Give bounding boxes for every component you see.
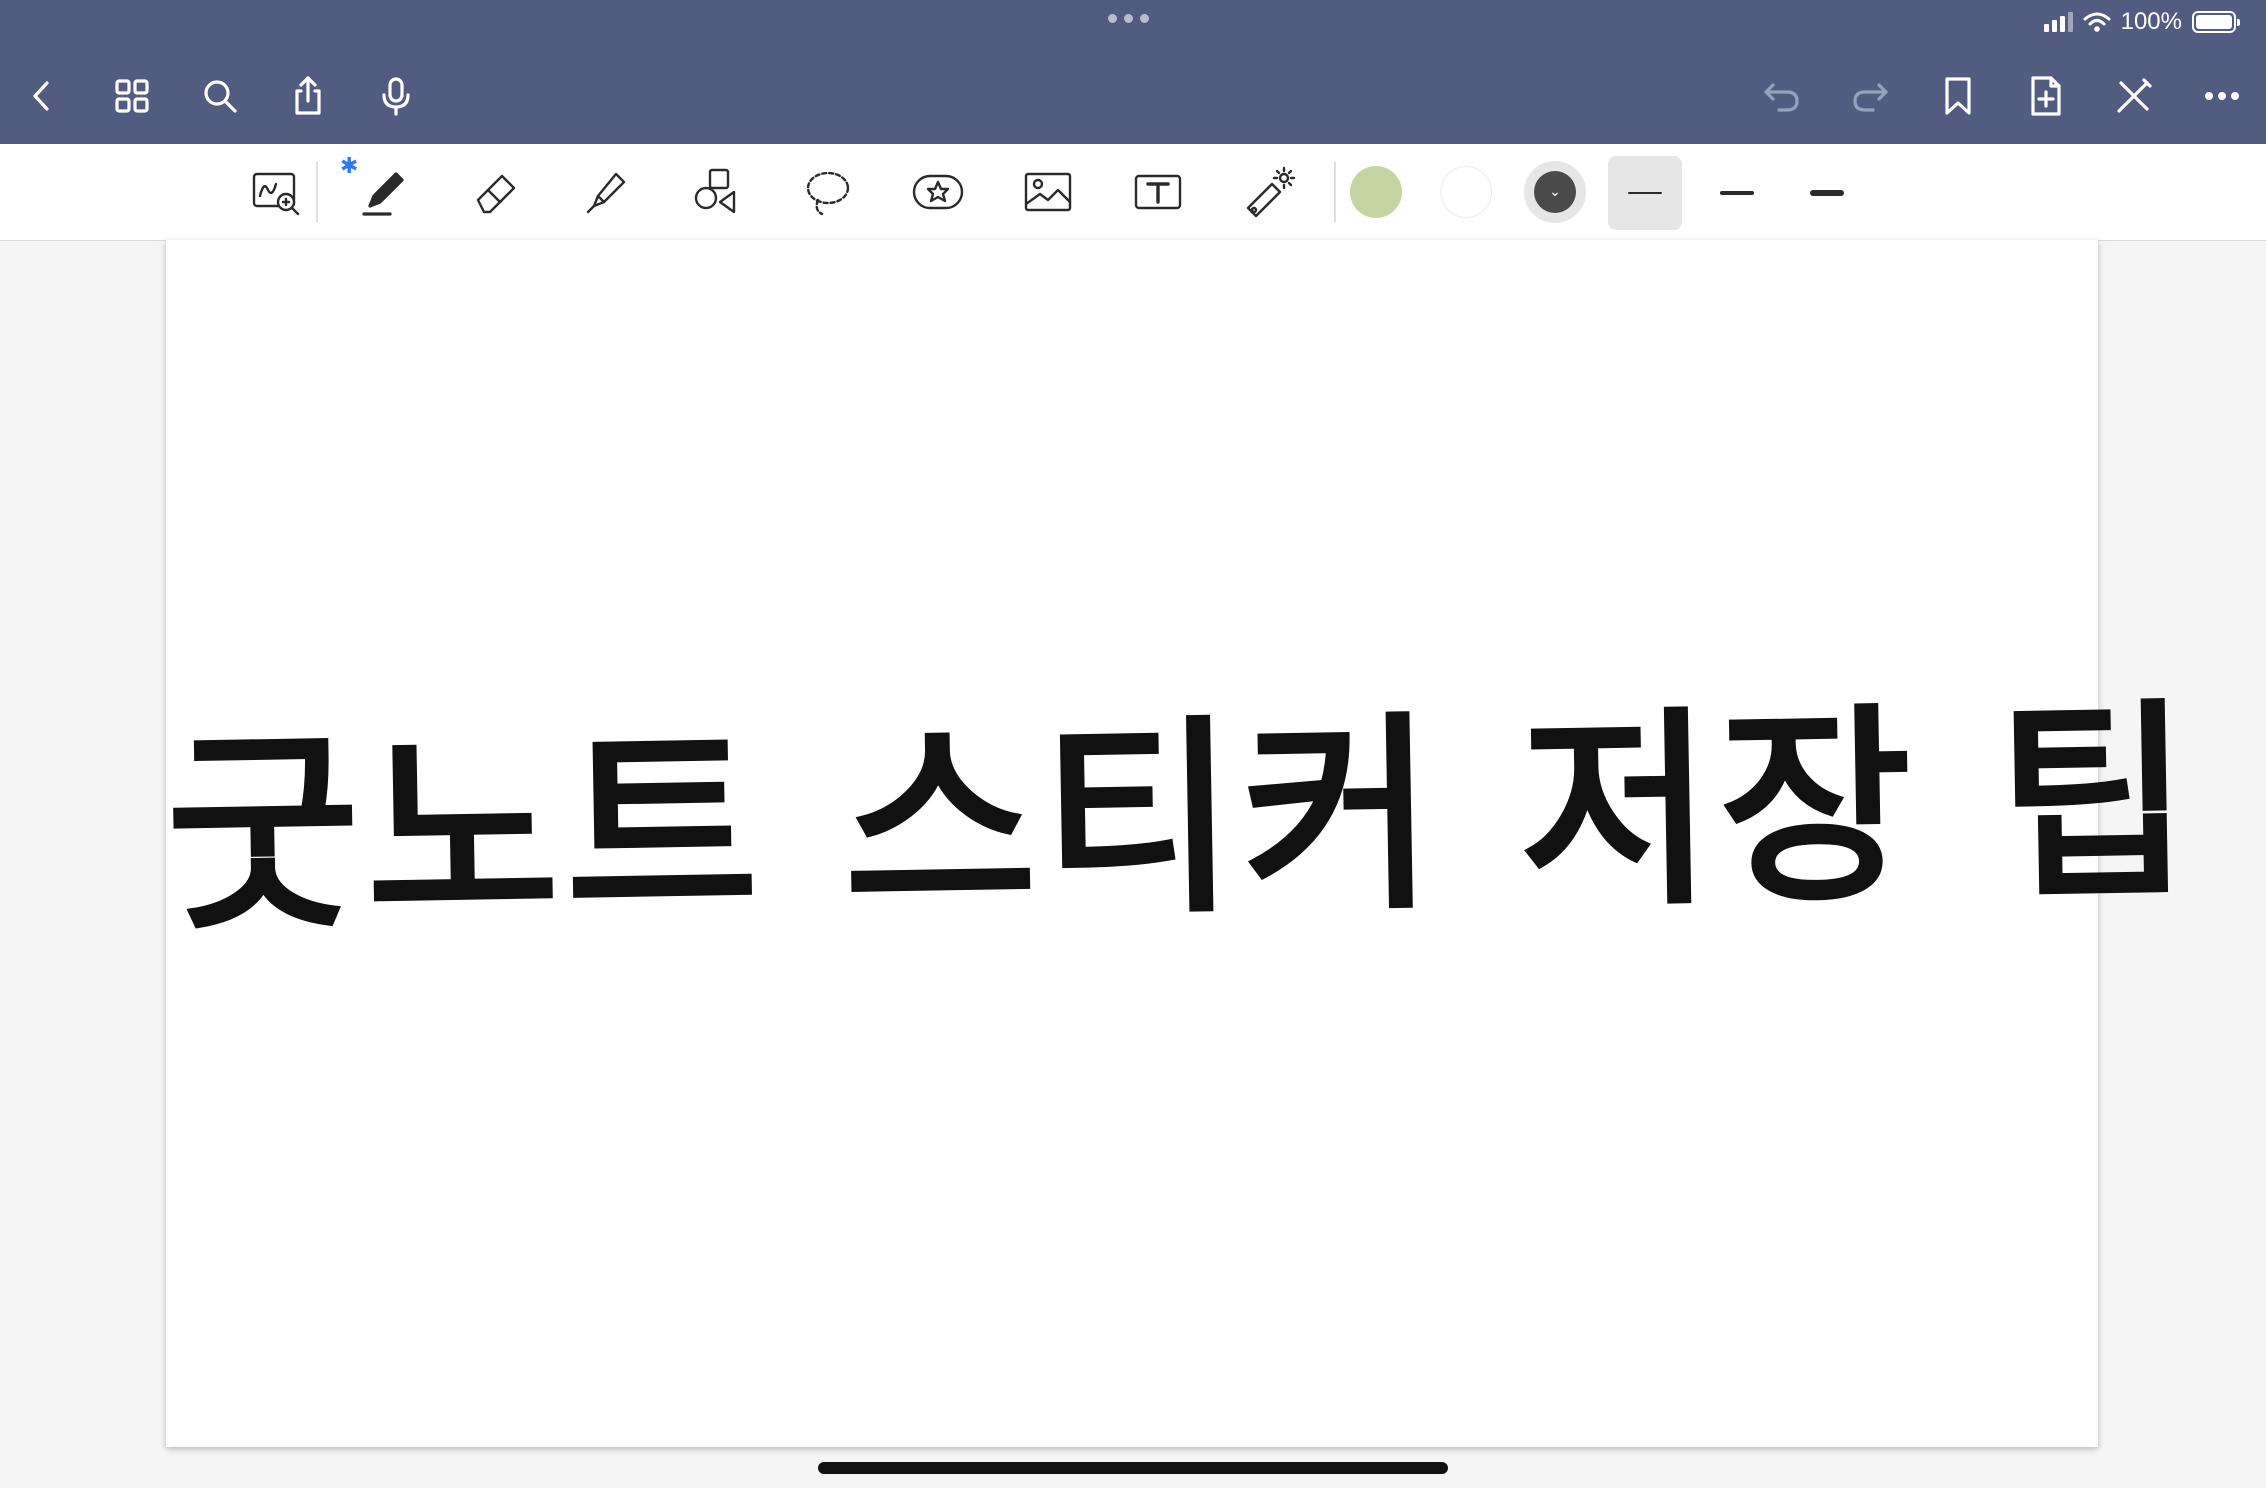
battery-percentage: 100% <box>2120 8 2182 35</box>
pen-tool[interactable] <box>352 160 416 224</box>
search-button[interactable] <box>190 66 250 126</box>
more-button[interactable] <box>2192 66 2252 126</box>
add-page-button[interactable] <box>2016 66 2076 126</box>
color-swatch-white[interactable] <box>1440 166 1492 218</box>
highlighter-icon <box>586 172 626 214</box>
shapes-tool[interactable] <box>684 160 748 224</box>
sticker-icon <box>912 174 964 210</box>
image-tool[interactable] <box>1016 160 1080 224</box>
top-navigation-bar: 100% <box>0 0 2266 144</box>
status-bar: 100% <box>2043 8 2240 36</box>
share-button[interactable] <box>278 66 338 126</box>
stroke-width-thick[interactable] <box>1790 156 1864 230</box>
microphone-button[interactable] <box>366 66 426 126</box>
pen-icon <box>362 172 404 216</box>
chevron-down-icon: ⌄ <box>1534 171 1576 213</box>
search-icon <box>204 80 237 113</box>
eraser-icon <box>476 174 516 214</box>
undo-icon <box>1764 83 1799 112</box>
close-pen-icon <box>2117 78 2152 113</box>
laser-pointer-tool[interactable] <box>1236 160 1300 224</box>
color-swatch-green[interactable] <box>1350 166 1402 218</box>
stroke-width-thin[interactable] <box>1608 156 1682 230</box>
zoom-window-icon <box>252 172 300 216</box>
more-icon <box>2204 92 2239 101</box>
lasso-tool[interactable] <box>796 160 860 224</box>
share-icon <box>295 76 321 115</box>
notebook-page[interactable]: 굿노트 스티커 저장 팁 <box>164 240 2199 1447</box>
toolbar-divider <box>316 162 318 222</box>
bookmark-button[interactable] <box>1928 66 1988 126</box>
undo-button[interactable] <box>1752 66 1812 126</box>
laser-pointer-icon <box>1246 166 1296 218</box>
tool-bar: ✱ ⌄ <box>0 144 2266 241</box>
redo-button[interactable] <box>1840 66 1900 126</box>
lasso-icon <box>806 171 850 216</box>
text-tool[interactable] <box>1126 160 1190 224</box>
color-swatch-dark-gray[interactable]: ⌄ <box>1524 161 1586 223</box>
battery-icon <box>2192 11 2240 33</box>
close-pen-button[interactable] <box>2104 66 2164 126</box>
thumbnails-button[interactable] <box>102 66 162 126</box>
text-icon <box>1134 174 1182 210</box>
image-icon <box>1024 172 1072 212</box>
toolbar-divider <box>1334 162 1336 222</box>
eraser-tool[interactable] <box>464 160 528 224</box>
zoom-window-tool[interactable] <box>244 160 308 224</box>
back-button[interactable] <box>12 66 72 126</box>
sticker-tool[interactable] <box>906 160 970 224</box>
home-indicator[interactable] <box>818 1462 1448 1474</box>
stroke-width-medium[interactable] <box>1700 156 1774 230</box>
multitasking-dots-icon[interactable] <box>1108 14 1149 23</box>
bookmark-icon <box>1945 77 1971 115</box>
handwritten-title: 굿노트 스티커 저장 팁 <box>164 679 2199 960</box>
cellular-signal-icon <box>2043 12 2073 32</box>
add-page-icon <box>2031 76 2061 116</box>
shapes-icon <box>694 168 736 214</box>
wifi-icon <box>2083 12 2111 32</box>
back-icon <box>33 81 49 111</box>
redo-icon <box>1853 83 1888 112</box>
microphone-icon <box>382 77 410 116</box>
highlighter-tool[interactable] <box>574 160 638 224</box>
grid-icon <box>115 79 149 113</box>
